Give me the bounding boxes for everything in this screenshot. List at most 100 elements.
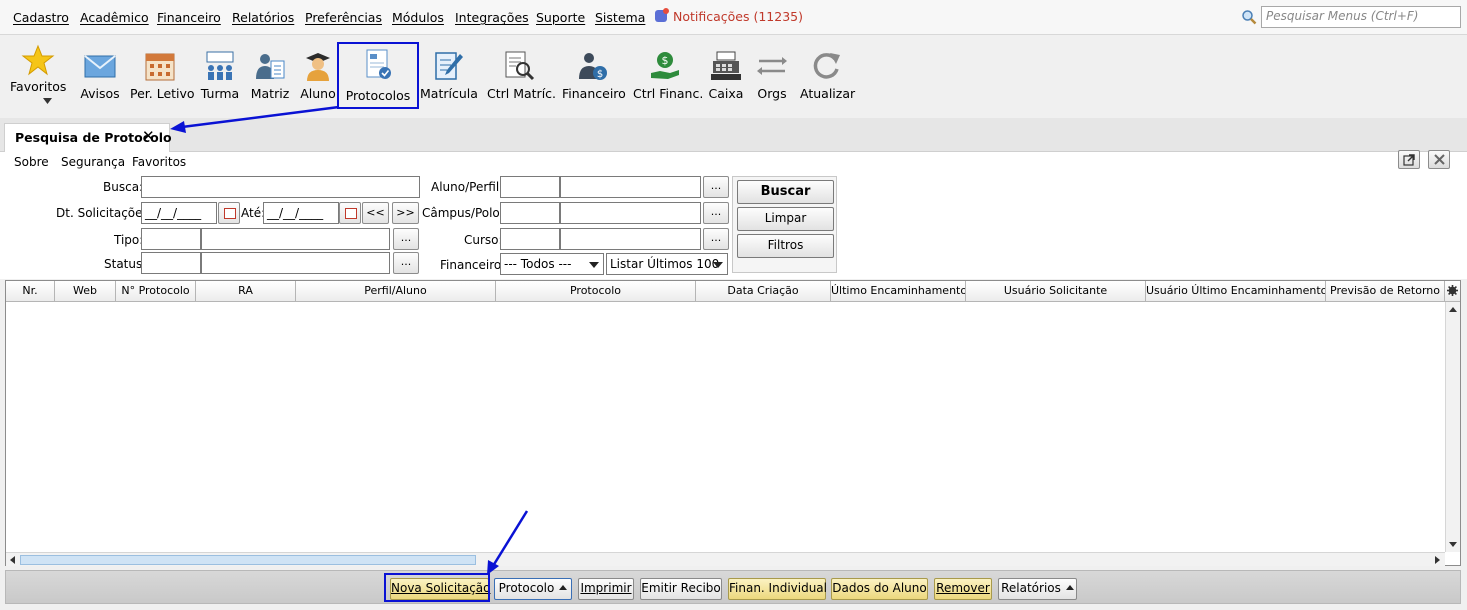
dt-solicitacoes-label: Dt. Solicitações:: [56, 206, 153, 220]
financeiro-select[interactable]: --- Todos ---: [500, 253, 604, 275]
column-header[interactable]: Web: [55, 281, 116, 301]
column-header[interactable]: Previsão de Retorno: [1326, 281, 1445, 301]
status-code-input[interactable]: [141, 252, 201, 274]
menu-financeiro[interactable]: Financeiro: [157, 10, 221, 25]
column-header[interactable]: Protocolo: [496, 281, 696, 301]
date-from-input[interactable]: __/__/____: [141, 202, 217, 224]
search-input[interactable]: Pesquisar Menus (Ctrl+F): [1261, 6, 1461, 28]
menu-modulos[interactable]: Módulos: [392, 10, 444, 25]
previous-period-button[interactable]: <<: [362, 202, 389, 224]
menu-integracoes[interactable]: Integrações: [455, 10, 529, 25]
column-header[interactable]: Usuário Último Encaminhamento: [1146, 281, 1326, 301]
campus-lookup-button[interactable]: ...: [703, 202, 729, 224]
status-desc-input[interactable]: [201, 252, 390, 274]
menu-academico[interactable]: Acadêmico: [80, 10, 149, 25]
notifications-link[interactable]: Notificações (11235): [655, 8, 803, 24]
listar-select[interactable]: Listar Últimos 100: [606, 253, 728, 275]
toolbar-turma-button[interactable]: Turma: [200, 35, 240, 115]
toolbar-ctrl-matric-button[interactable]: Ctrl Matríc.: [487, 35, 557, 115]
campus-code-input[interactable]: [500, 202, 560, 224]
toolbar-financeiro-button[interactable]: $ Financeiro: [562, 35, 626, 115]
column-header[interactable]: Último Encaminhamento: [831, 281, 966, 301]
dados-aluno-button[interactable]: Dados do Aluno: [831, 578, 928, 600]
column-header[interactable]: N° Protocolo: [116, 281, 196, 301]
toolbar-atualizar-button[interactable]: Atualizar: [800, 35, 856, 115]
menu-suporte[interactable]: Suporte: [536, 10, 585, 25]
calendar-to-icon[interactable]: [339, 202, 361, 224]
aluno-name-input[interactable]: [560, 176, 701, 198]
protocolo-menu-label: Protocolo: [498, 581, 555, 595]
toolbar-aluno-button[interactable]: Aluno: [298, 35, 338, 115]
close-icon: [1434, 154, 1445, 165]
next-period-button[interactable]: >>: [392, 202, 419, 224]
toolbar-ctrl-financ-button[interactable]: $ Ctrl Financ.: [633, 35, 703, 115]
toolbar-favoritos-button[interactable]: Favoritos: [10, 35, 66, 115]
column-header[interactable]: Perfil/Aluno: [296, 281, 496, 301]
date-to-input[interactable]: __/__/____: [263, 202, 339, 224]
submenu-sobre[interactable]: Sobre: [14, 155, 49, 169]
envelope-icon: [84, 55, 116, 78]
tab-pesquisa-protocolo[interactable]: Pesquisa de Protocolo ✕: [4, 123, 172, 152]
menu-search: Pesquisar Menus (Ctrl+F): [1241, 6, 1463, 28]
curso-name-input[interactable]: [560, 228, 701, 250]
submenu-seguranca[interactable]: Segurança: [61, 155, 125, 169]
menu-relatorios[interactable]: Relatórios: [232, 10, 294, 25]
curso-code-input[interactable]: [500, 228, 560, 250]
relatorios-menu-button[interactable]: Relatórios: [998, 578, 1077, 600]
scroll-down-icon[interactable]: [1449, 542, 1457, 547]
menu-preferencias[interactable]: Preferências: [305, 10, 382, 25]
busca-input[interactable]: [141, 176, 420, 198]
curso-lookup-button[interactable]: ...: [703, 228, 729, 250]
listar-selected: Listar Últimos 100: [610, 257, 720, 271]
vertical-scrollbar[interactable]: [1445, 302, 1460, 552]
toolbar-label: Atualizar: [800, 86, 856, 101]
tipo-desc-input[interactable]: [201, 228, 390, 250]
toolbar-matriz-button[interactable]: Matriz: [250, 35, 290, 115]
emitir-recibo-button[interactable]: Emitir Recibo: [640, 578, 722, 600]
toolbar-orgs-button[interactable]: Orgs: [754, 35, 790, 115]
chevron-down-icon: [589, 262, 599, 268]
detach-window-button[interactable]: [1398, 150, 1420, 169]
status-lookup-button[interactable]: ...: [393, 252, 419, 274]
submenu-favoritos[interactable]: Favoritos: [132, 155, 186, 169]
filtros-button[interactable]: Filtros: [737, 234, 834, 258]
column-header[interactable]: Usuário Solicitante: [966, 281, 1146, 301]
toolbar-avisos-button[interactable]: Avisos: [78, 35, 122, 115]
aluno-code-input[interactable]: [500, 176, 560, 198]
menu-cadastro[interactable]: Cadastro: [13, 10, 69, 25]
tipo-code-input[interactable]: [141, 228, 201, 250]
scroll-up-icon[interactable]: [1449, 307, 1457, 312]
pen-document-icon: [435, 52, 463, 80]
horizontal-scroll-thumb[interactable]: [20, 555, 476, 565]
column-header[interactable]: Data Criação: [696, 281, 831, 301]
toolbar-matricula-button[interactable]: Matrícula: [420, 35, 478, 115]
tipo-lookup-button[interactable]: ...: [393, 228, 419, 250]
protocolo-menu-button[interactable]: Protocolo: [494, 578, 572, 600]
ate-label: Até:: [241, 206, 266, 220]
protocol-table: Nr. Web N° Protocolo RA Perfil/Aluno Pro…: [5, 280, 1461, 566]
column-header[interactable]: Nr.: [6, 281, 55, 301]
tab-close-icon[interactable]: ✕: [142, 127, 155, 145]
finan-individual-button[interactable]: Finan. Individual: [728, 578, 827, 600]
toolbar-caixa-button[interactable]: Caixa: [706, 35, 746, 115]
svg-text:$: $: [662, 54, 669, 67]
column-settings-button[interactable]: [1445, 281, 1460, 301]
calendar-from-icon[interactable]: [218, 202, 240, 224]
horizontal-scrollbar[interactable]: [6, 552, 1445, 566]
toolbar-label: Favoritos: [10, 79, 67, 94]
remover-button[interactable]: Remover: [934, 578, 992, 600]
scroll-right-icon[interactable]: [1435, 556, 1440, 564]
toolbar-label: Ctrl Matríc.: [487, 86, 557, 101]
campus-polo-label: Câmpus/Polo:: [422, 206, 504, 220]
limpar-button[interactable]: Limpar: [737, 207, 834, 231]
imprimir-button[interactable]: Imprimir: [578, 578, 634, 600]
column-header[interactable]: RA: [196, 281, 296, 301]
menu-sistema[interactable]: Sistema: [595, 10, 645, 25]
scroll-left-icon[interactable]: [10, 556, 15, 564]
close-window-button[interactable]: [1428, 150, 1450, 169]
star-icon: [21, 44, 55, 76]
campus-name-input[interactable]: [560, 202, 701, 224]
aluno-lookup-button[interactable]: ...: [703, 176, 729, 198]
buscar-button[interactable]: Buscar: [737, 180, 834, 204]
toolbar-per-letivo-button[interactable]: Per. Letivo: [130, 35, 195, 115]
